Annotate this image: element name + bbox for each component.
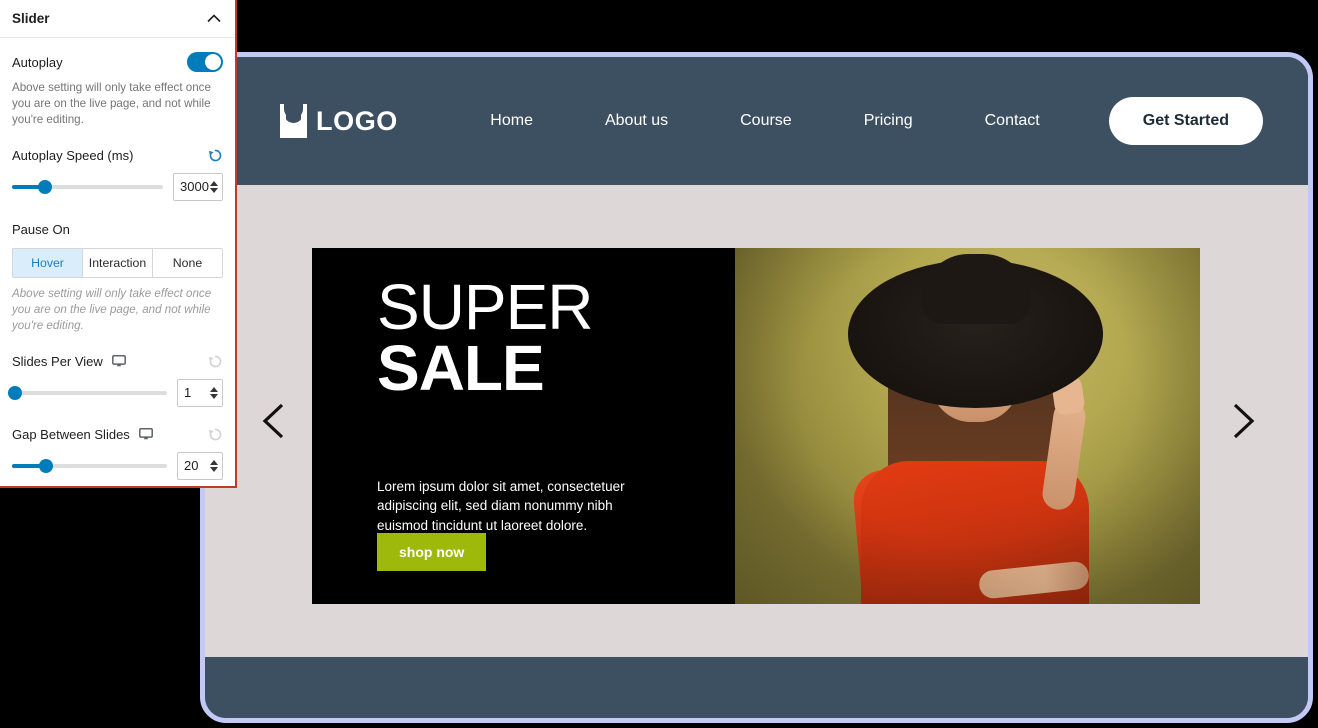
slides-per-view-input[interactable]: 1	[177, 378, 223, 407]
stepper-up-icon[interactable]	[210, 180, 218, 186]
pause-on-option-interaction[interactable]: Interaction	[83, 248, 153, 277]
gap-between-slides-slider[interactable]	[12, 458, 167, 473]
autoplay-speed-slider[interactable]	[12, 179, 163, 194]
gap-between-slides-input[interactable]: 20	[177, 451, 223, 480]
autoplay-row: Autoplay	[12, 52, 223, 72]
slides-per-view-label: Slides Per View	[12, 353, 103, 369]
hero-slider: SUPER SALE Lorem ipsum dolor sit amet, c…	[205, 185, 1308, 657]
site-header: LOGO Home About us Course Pricing Contac…	[205, 57, 1308, 185]
pause-on-section: Pause On Hover Interaction None Above se…	[12, 221, 223, 334]
gap-between-slides-controls: 20	[12, 451, 223, 480]
autoplay-label: Autoplay	[12, 54, 63, 70]
autoplay-speed-row: Autoplay Speed (ms)	[12, 148, 223, 163]
slide-item[interactable]: SUPER SALE Lorem ipsum dolor sit amet, c…	[312, 248, 1200, 604]
brand-logo[interactable]: LOGO	[280, 104, 398, 138]
autoplay-speed-stepper[interactable]	[210, 180, 222, 193]
autoplay-speed-label: Autoplay Speed (ms)	[12, 147, 134, 163]
stepper-up-icon[interactable]	[210, 386, 218, 392]
pause-on-help-text: Above setting will only take effect once…	[12, 286, 212, 332]
chevron-right-icon	[1233, 403, 1255, 439]
panel-title: Slider	[12, 11, 50, 26]
pause-on-segmented-control: Hover Interaction None	[12, 247, 223, 278]
stepper-down-icon[interactable]	[210, 466, 218, 472]
gap-between-slides-stepper[interactable]	[210, 459, 222, 472]
slider-thumb[interactable]	[39, 458, 54, 473]
autoplay-speed-value: 3000	[180, 179, 209, 195]
gap-between-slides-value: 20	[184, 458, 199, 474]
primary-nav: Home About us Course Pricing Contact	[454, 112, 1075, 130]
pause-on-option-hover[interactable]: Hover	[13, 248, 83, 277]
slide-heading: SUPER SALE	[377, 271, 593, 404]
slide-body-text: Lorem ipsum dolor sit amet, consectetuer…	[377, 478, 625, 533]
brand-name: LOGO	[316, 105, 398, 136]
gap-between-slides-label: Gap Between Slides	[12, 426, 130, 442]
panel-body: Autoplay Above setting will only take ef…	[0, 52, 235, 480]
slides-per-view-controls: 1	[8, 378, 223, 407]
slide-heading-line1: SUPER	[377, 271, 593, 343]
desktop-icon[interactable]	[111, 355, 126, 367]
slider-next-button[interactable]	[1222, 398, 1262, 444]
autoplay-help-text: Above setting will only take effect once…	[12, 81, 211, 126]
slide-image	[735, 248, 1200, 604]
slides-per-view-stepper[interactable]	[210, 386, 222, 399]
gap-between-slides-reset-icon[interactable]	[208, 427, 223, 442]
pause-on-label: Pause On	[12, 221, 70, 237]
pause-on-option-none[interactable]: None	[153, 248, 222, 277]
slider-thumb[interactable]	[8, 385, 22, 400]
slider-thumb[interactable]	[38, 179, 53, 194]
nav-item-course[interactable]: Course	[704, 112, 828, 130]
slides-per-view-value: 1	[184, 385, 192, 401]
slider-prev-button[interactable]	[255, 398, 295, 444]
nav-item-pricing[interactable]: Pricing	[828, 112, 949, 130]
autoplay-speed-input[interactable]: 3000	[173, 172, 223, 201]
shop-now-button[interactable]: shop now	[377, 533, 487, 571]
chevron-left-icon	[262, 403, 284, 439]
site-viewport: LOGO Home About us Course Pricing Contac…	[205, 57, 1308, 718]
get-started-button[interactable]: Get Started	[1108, 97, 1263, 145]
photo-vignette	[735, 248, 1200, 604]
device-frame: LOGO Home About us Course Pricing Contac…	[200, 52, 1313, 723]
logo-mark-icon	[280, 104, 307, 138]
slider-settings-panel: Slider Autoplay Above setting will only …	[0, 0, 237, 488]
slides-per-view-row: Slides Per View	[12, 354, 223, 369]
panel-header[interactable]: Slider	[0, 0, 235, 38]
desktop-icon[interactable]	[138, 428, 153, 440]
stepper-up-icon[interactable]	[210, 459, 218, 465]
autoplay-speed-reset-icon[interactable]	[208, 148, 223, 163]
nav-item-contact[interactable]: Contact	[949, 112, 1076, 130]
stepper-down-icon[interactable]	[210, 393, 218, 399]
nav-item-about-us[interactable]: About us	[569, 112, 704, 130]
slides-per-view-reset-icon[interactable]	[208, 354, 223, 369]
stepper-down-icon[interactable]	[210, 187, 218, 193]
autoplay-toggle[interactable]	[187, 52, 223, 72]
slide-heading-line2: SALE	[377, 331, 545, 404]
slides-per-view-slider[interactable]	[8, 385, 167, 400]
slide-text-pane: SUPER SALE Lorem ipsum dolor sit amet, c…	[312, 248, 735, 604]
nav-item-home[interactable]: Home	[454, 112, 569, 130]
autoplay-speed-controls: 3000	[12, 172, 223, 201]
gap-between-slides-row: Gap Between Slides	[12, 427, 223, 442]
slider-rail	[12, 390, 167, 395]
chevron-up-icon[interactable]	[207, 14, 221, 23]
toggle-knob	[205, 54, 221, 70]
